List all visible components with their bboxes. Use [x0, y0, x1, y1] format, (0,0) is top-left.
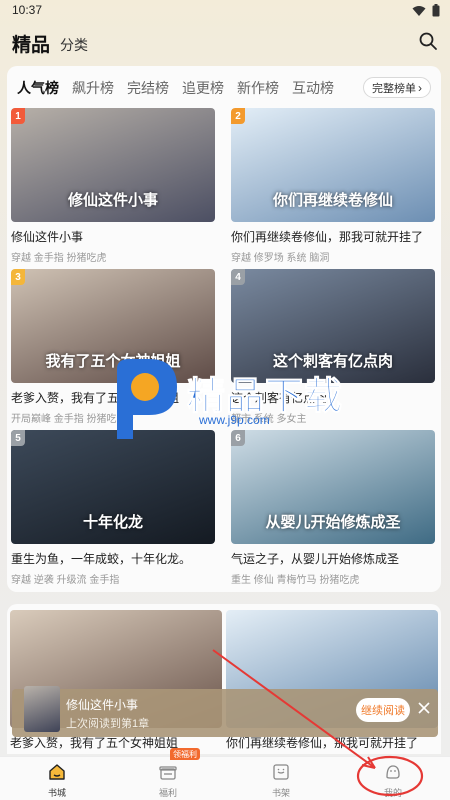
continue-reading-title: 修仙这件小事: [66, 698, 139, 712]
book-card[interactable]: 5 十年化龙重生为鱼，一年成蛟，十年化龙。穿越 逆袭 升级流 金手指: [11, 430, 215, 586]
tab-2[interactable]: 完结榜: [127, 78, 169, 98]
book-tags: 穿越 修罗场 系统 脑洞: [231, 253, 330, 264]
book-card[interactable]: 6 从婴儿开始修炼成圣气运之子，从婴儿开始修炼成圣重生 修仙 青梅竹马 扮猪吃虎: [231, 430, 435, 586]
rank-badge: 5: [11, 430, 25, 446]
nav-label-bookstore: 书城: [47, 788, 66, 798]
watermark: 精品下载 www.j9p.com: [103, 355, 363, 445]
book-cover[interactable]: 1 修仙这件小事: [11, 108, 215, 222]
cover-title-art: 你们再继续卷修仙: [272, 191, 393, 209]
book-title[interactable]: 你们再继续卷修仙，那我可就开挂了: [231, 228, 435, 245]
ranking-tabs: 人气榜 飙升榜 完结榜 追更榜 新作榜 互动榜: [17, 78, 334, 98]
bookshelf-icon: [273, 764, 289, 780]
nav-label-bookshelf: 书架: [271, 788, 290, 798]
tab-1[interactable]: 飙升榜: [72, 78, 114, 98]
wifi-icon: [412, 5, 426, 16]
welfare-badge: 领福利: [170, 748, 200, 760]
book-card[interactable]: 1 修仙这件小事 修仙这件小事 穿越 金手指 扮猪吃虎: [11, 108, 215, 264]
continue-reading-cover[interactable]: [24, 686, 60, 732]
book-title[interactable]: 气运之子，从婴儿开始修炼成圣: [231, 550, 435, 567]
tab-3[interactable]: 追更榜: [182, 78, 224, 98]
book-tags: 重生 修仙 青梅竹马 扮猪吃虎: [231, 575, 360, 586]
status-time: 10:37: [12, 3, 43, 17]
status-icons: [412, 4, 440, 17]
book-title[interactable]: 修仙这件小事: [11, 228, 215, 245]
nav-bookshelf[interactable]: 书架: [251, 757, 311, 800]
home-icon: [49, 764, 65, 780]
tab-0[interactable]: 人气榜: [17, 78, 59, 98]
watermark-logo: [117, 359, 177, 439]
profile-icon: [386, 765, 400, 779]
full-rank-button[interactable]: 完整榜单 ›: [363, 77, 431, 98]
tab-5[interactable]: 互动榜: [292, 78, 334, 98]
continue-reading-banner[interactable]: 修仙这件小事 上次阅读到第1章 继续阅读: [12, 686, 438, 737]
nav-welfare[interactable]: 福利: [138, 757, 198, 800]
book-title[interactable]: 重生为鱼，一年成蛟，十年化龙。: [11, 550, 215, 567]
rank-badge: 2: [231, 108, 245, 124]
book-card[interactable]: 2 你们再继续卷修仙你们再继续卷修仙，那我可就开挂了穿越 修罗场 系统 脑洞: [231, 108, 435, 264]
cover-title-art: 十年化龙: [82, 513, 143, 531]
watermark-url: www.j9p.com: [199, 413, 270, 427]
cover-title-art: 从婴儿开始修炼成圣: [265, 513, 401, 531]
continue-reading-progress: 上次阅读到第1章: [66, 718, 150, 730]
ranking-card: 人气榜 飙升榜 完结榜 追更榜 新作榜 互动榜 完整榜单 › 1 修仙这件小事 修仙这件小事穿…: [7, 66, 441, 592]
nav-label-profile: 我的: [383, 788, 402, 798]
battery-icon: [432, 4, 440, 17]
chevron-right-icon: ›: [418, 80, 422, 95]
header: 精品 分类: [0, 26, 450, 60]
book-cover[interactable]: 6 从婴儿开始修炼成圣: [231, 430, 435, 544]
nav-label-welfare: 福利: [158, 788, 177, 798]
rank-badge: 3: [11, 269, 25, 285]
bottom-nav: 书城 福利 书架 我的: [0, 756, 450, 800]
continue-reading-button[interactable]: 继续阅读: [356, 698, 410, 722]
page-title[interactable]: 精品: [12, 30, 50, 57]
full-rank-label: 完整榜单: [372, 82, 416, 95]
rank-badge: 4: [231, 269, 245, 285]
search-icon[interactable]: [418, 31, 438, 51]
watermark-text: 精品下载: [186, 374, 344, 419]
tab-4[interactable]: 新作榜: [237, 78, 279, 98]
book-tags: 穿越 逆袭 升级流 金手指: [11, 575, 120, 586]
nav-profile[interactable]: 我的: [363, 757, 423, 800]
gift-icon: [159, 766, 177, 780]
book-cover[interactable]: 5 十年化龙: [11, 430, 215, 544]
book-cover[interactable]: 2 你们再继续卷修仙: [231, 108, 435, 222]
category-link[interactable]: 分类: [60, 35, 88, 55]
cover-title-art: 修仙这件小事: [67, 191, 158, 209]
status-bar: 10:37: [0, 0, 450, 22]
nav-bookstore[interactable]: 书城: [27, 757, 87, 800]
rank-badge: 1: [11, 108, 25, 124]
close-icon[interactable]: [417, 701, 431, 715]
book-tags: 穿越 金手指 扮猪吃虎: [11, 253, 107, 264]
